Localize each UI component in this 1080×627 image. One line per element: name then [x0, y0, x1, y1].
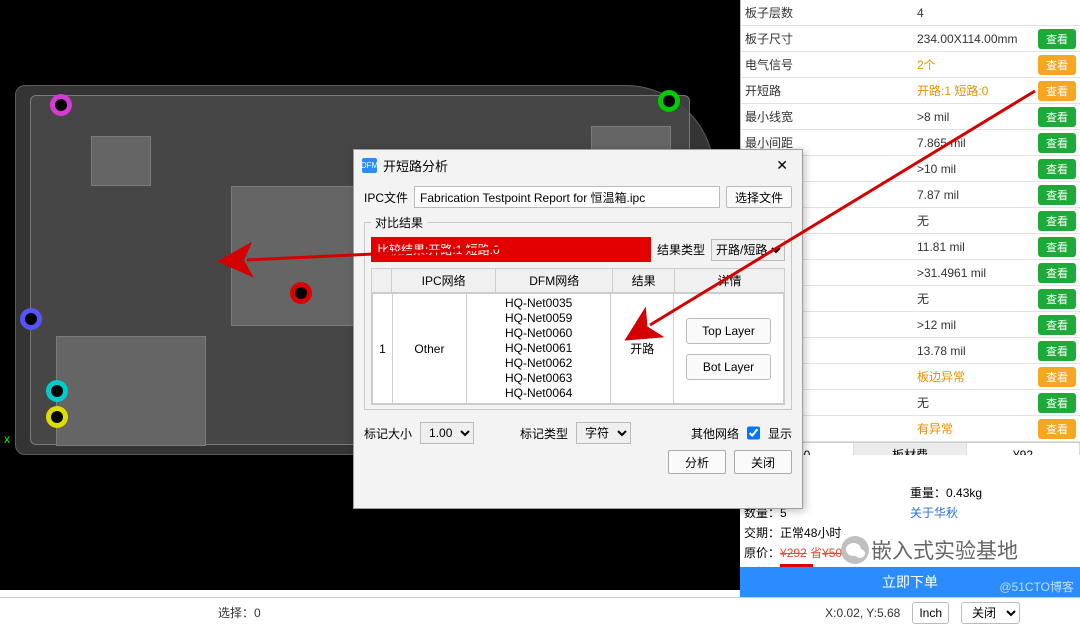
property-key: 最小线宽: [741, 108, 917, 125]
property-row: 板子层数 4: [741, 0, 1080, 26]
blog-watermark: @51CTO博客: [999, 578, 1074, 595]
property-value: 无: [917, 212, 1034, 229]
show-other-net-checkbox[interactable]: [747, 422, 760, 444]
app-icon: DFM: [362, 158, 377, 173]
property-value: 234.00X114.00mm: [917, 32, 1034, 46]
view-button[interactable]: 查看: [1038, 107, 1076, 127]
show-label: 显示: [768, 425, 792, 442]
property-value: 4: [917, 6, 1034, 20]
net-item: HQ-Net0060: [471, 326, 607, 341]
net-item: HQ-Net0061: [471, 341, 607, 356]
net-item: HQ-Net0062: [471, 356, 607, 371]
bot-layer-button[interactable]: Bot Layer: [686, 354, 771, 380]
property-value: >31.4961 mil: [917, 266, 1034, 280]
view-button[interactable]: 查看: [1038, 341, 1076, 361]
property-row: 电气信号 2个 查看: [741, 52, 1080, 78]
net-item: HQ-Net0064: [471, 386, 607, 401]
about-link[interactable]: 关于华秋: [910, 506, 958, 520]
view-button[interactable]: 查看: [1038, 55, 1076, 75]
fiducial-pad: [658, 90, 680, 112]
dialog-titlebar[interactable]: DFM 开短路分析 ✕: [354, 150, 802, 180]
close-icon[interactable]: ✕: [770, 155, 794, 176]
property-value: 无: [917, 394, 1034, 411]
view-button[interactable]: 查看: [1038, 367, 1076, 387]
choose-file-button[interactable]: 选择文件: [726, 186, 792, 208]
result-row[interactable]: 1 Other HQ-Net0035HQ-Net0059HQ-Net0060HQ…: [373, 294, 784, 404]
property-value: 7.865 mil: [917, 136, 1034, 150]
ipc-file-input[interactable]: [414, 186, 720, 208]
view-button[interactable]: 查看: [1038, 133, 1076, 153]
net-item: HQ-Net0035: [471, 296, 607, 311]
top-layer-button[interactable]: Top Layer: [686, 318, 771, 344]
view-button[interactable]: 查看: [1038, 29, 1076, 49]
compare-result-group: 对比结果 比较结果:开路:1 短路:0 结果类型 开路/短路 IPC网络 DFM…: [364, 214, 792, 410]
price-tab[interactable]: ¥92: [967, 443, 1080, 455]
ipc-file-label: IPC文件: [364, 189, 408, 206]
property-key: 板子层数: [741, 4, 917, 21]
cursor-marker: x: [4, 432, 10, 446]
net-item: HQ-Net0063: [471, 371, 607, 386]
view-button[interactable]: 查看: [1038, 263, 1076, 283]
view-button[interactable]: 查看: [1038, 419, 1076, 439]
property-value: 板边异常: [917, 368, 1034, 385]
property-key: 电气信号: [741, 56, 917, 73]
coord-readout: X:0.02, Y:5.68: [825, 606, 900, 620]
wechat-icon: [841, 536, 869, 564]
fiducial-pad: [46, 380, 68, 402]
property-key: 开短路: [741, 82, 917, 99]
property-row: 板子尺寸 234.00X114.00mm 查看: [741, 26, 1080, 52]
compare-legend: 对比结果: [371, 214, 427, 231]
view-button[interactable]: 查看: [1038, 237, 1076, 257]
unit-toggle-button[interactable]: Inch: [912, 602, 949, 624]
property-value: 开路:1 短路:0: [917, 82, 1034, 99]
other-net-label: 其他网络: [691, 425, 739, 442]
compare-summary: 比较结果:开路:1 短路:0: [371, 237, 651, 262]
selection-label: 选择：0: [218, 604, 261, 621]
mark-size-label: 标记大小: [364, 425, 412, 442]
wechat-watermark: 嵌入式实验基地: [841, 535, 1018, 565]
property-value: >12 mil: [917, 318, 1034, 332]
view-button[interactable]: 查看: [1038, 159, 1076, 179]
dialog-title: 开短路分析: [383, 156, 448, 175]
property-value: 有异常: [917, 420, 1034, 437]
result-type-label: 结果类型: [657, 241, 705, 258]
view-button[interactable]: 查看: [1038, 289, 1076, 309]
result-table: IPC网络 DFM网络 结果 详情: [371, 268, 785, 293]
mark-type-select[interactable]: 字符: [576, 422, 631, 444]
mark-type-label: 标记类型: [520, 425, 568, 442]
property-value: >10 mil: [917, 162, 1034, 176]
price-tab[interactable]: 板材费: [854, 443, 967, 455]
property-key: 板子尺寸: [741, 30, 917, 47]
property-value: 2个: [917, 56, 1034, 73]
fiducial-pad: [20, 308, 42, 330]
property-value: 7.87 mil: [917, 188, 1034, 202]
property-value: >8 mil: [917, 110, 1034, 124]
property-row: 最小线宽 >8 mil 查看: [741, 104, 1080, 130]
view-button[interactable]: 查看: [1038, 185, 1076, 205]
analyze-button[interactable]: 分析: [668, 450, 726, 474]
fiducial-pad: [290, 282, 312, 304]
status-dropdown[interactable]: 关闭: [961, 602, 1020, 624]
result-type-select[interactable]: 开路/短路: [711, 239, 785, 261]
property-value: 无: [917, 290, 1034, 307]
property-value: 13.78 mil: [917, 344, 1034, 358]
fiducial-pad: [50, 94, 72, 116]
fiducial-pad: [46, 406, 68, 428]
view-button[interactable]: 查看: [1038, 211, 1076, 231]
net-item: HQ-Net0059: [471, 311, 607, 326]
close-button[interactable]: 关闭: [734, 450, 792, 474]
view-button[interactable]: 查看: [1038, 81, 1076, 101]
property-row: 开短路 开路:1 短路:0 查看: [741, 78, 1080, 104]
short-open-dialog: DFM 开短路分析 ✕ IPC文件 选择文件 对比结果 比较结果:开路:1 短路…: [353, 149, 803, 509]
view-button[interactable]: 查看: [1038, 393, 1076, 413]
property-value: 11.81 mil: [917, 240, 1034, 254]
mark-size-select[interactable]: 1.00: [420, 422, 474, 444]
view-button[interactable]: 查看: [1038, 315, 1076, 335]
dialog-footer: 标记大小 1.00 标记类型 字符 其他网络 显示: [354, 416, 802, 450]
status-bar: 选择：0 X:0.02, Y:5.68 Inch 关闭: [0, 597, 1080, 627]
